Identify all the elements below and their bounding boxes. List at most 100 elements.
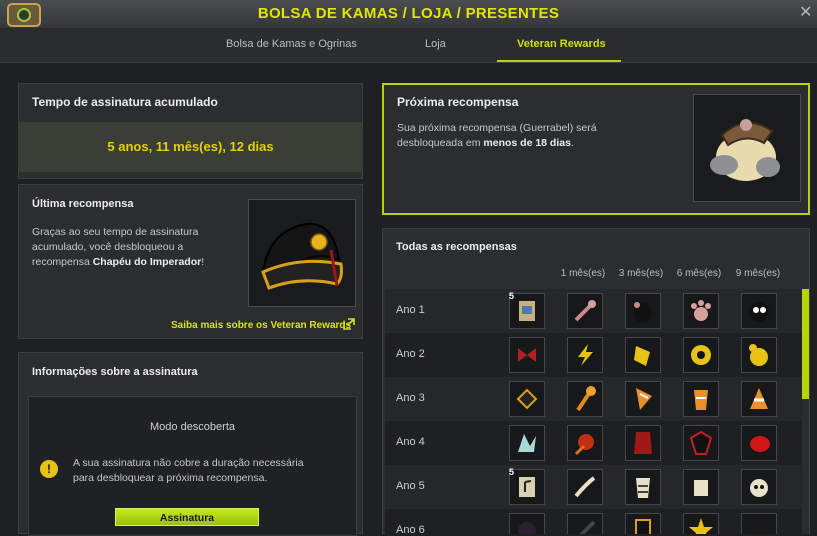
warning-line1: A sua assinatura não cobre a duração nec… (73, 457, 304, 469)
traffic-cone-icon (750, 388, 768, 409)
column-header-6-months: 6 mês(es) (676, 268, 722, 279)
bone-cape-icon (636, 478, 650, 498)
row-label: Ano 1 (396, 304, 425, 316)
cape-icon (634, 346, 650, 366)
row-label: Ano 6 (396, 524, 425, 534)
emperor-hat-icon (261, 222, 343, 290)
bone-shield-icon (694, 480, 708, 496)
next-reward-time: menos de 18 dias (483, 137, 571, 149)
next-reward-text-line2: desbloqueada em menos de 18 dias. (397, 136, 657, 151)
reward-cell-6-months[interactable] (683, 337, 719, 373)
reward-cell-bonus[interactable] (509, 337, 545, 373)
reward-cell-6-months[interactable] (683, 425, 719, 461)
skull-pet-icon (750, 479, 768, 497)
next-reward-suffix: . (570, 137, 574, 149)
row-label: Ano 3 (396, 392, 425, 404)
reward-cell-bonus[interactable] (509, 513, 545, 534)
reward-row-year-1: Ano 1 5 (385, 289, 802, 333)
window-titlebar: BOLSA DE KAMAS / LOJA / PRESENTES ✕ (0, 0, 817, 29)
last-reward-text-line2: acumulado, você desbloqueou a (32, 241, 184, 253)
all-rewards-title: Todas as recompensas (396, 241, 517, 253)
dark-weapon-icon (579, 520, 596, 534)
close-icon[interactable]: ✕ (799, 5, 813, 21)
reward-cell-9-months[interactable] (741, 381, 777, 417)
tab-veteran-rewards[interactable]: Veteran Rewards (517, 38, 606, 50)
external-link-icon[interactable] (343, 318, 355, 330)
last-reward-item-name: Chapéu do Imperador (92, 256, 202, 268)
pet-icon (749, 344, 768, 366)
next-reward-text-line1: Sua próxima recompensa (Guerrabel) será (397, 122, 597, 134)
reward-cell-3-months[interactable] (625, 337, 661, 373)
tab-kamas-ogrinas[interactable]: Bolsa de Kamas e Ogrinas (226, 38, 357, 50)
weapon-icon (574, 300, 596, 322)
cape-icon (634, 302, 652, 323)
tab-shop[interactable]: Loja (425, 38, 446, 50)
gold-cape-icon (635, 519, 651, 534)
reward-row-year-6: Ano 6 (385, 509, 802, 534)
reward-cell-3-months[interactable] (625, 513, 661, 534)
bone-weapon-icon (574, 476, 596, 498)
ice-icon (518, 434, 536, 452)
reward-cell-bonus[interactable] (509, 381, 545, 417)
row-label: Ano 2 (396, 348, 425, 360)
subscription-time-value: 5 anos, 11 mês(es), 12 dias (107, 139, 274, 154)
reward-cell-6-months[interactable] (683, 469, 719, 505)
fire-weapon-icon (574, 434, 594, 456)
last-reward-suffix: ! (201, 256, 205, 268)
subscription-time-title: Tempo de assinatura acumulado (32, 95, 218, 109)
reward-badge: 5 (509, 467, 515, 477)
subscription-warning-text: A sua assinatura não cobre a duração nec… (73, 456, 304, 486)
rewards-scrollbar-thumb[interactable] (802, 289, 809, 399)
last-reward-text-line1: Graças ao seu tempo de assinatura (32, 226, 199, 238)
subscription-info-title: Informações sobre a assinatura (32, 366, 198, 378)
reward-cell-1-month[interactable] (567, 469, 603, 505)
column-header-3-months: 3 mês(es) (618, 268, 664, 279)
subscription-time-value-box: 5 anos, 11 mês(es), 12 dias (18, 122, 363, 172)
dark-pet-icon (750, 523, 768, 534)
next-reward-image (693, 94, 801, 202)
reward-cell-bonus[interactable] (509, 425, 545, 461)
reward-cell-9-months[interactable] (741, 293, 777, 329)
red-shield-icon (689, 430, 713, 455)
reward-cell-6-months[interactable] (683, 293, 719, 329)
lightning-icon (578, 344, 593, 366)
bow-icon (518, 348, 536, 362)
reward-cell-9-months[interactable] (741, 469, 777, 505)
last-reward-title: Última recompensa (32, 198, 134, 210)
shield-icon (691, 345, 711, 365)
reward-cell-1-month[interactable] (567, 381, 603, 417)
next-reward-panel: Próxima recompensa Sua próxima recompens… (382, 83, 810, 215)
discovery-mode-label: Modo descoberta (150, 421, 235, 433)
last-reward-text-line3: recompensa Chapéu do Imperador! (32, 255, 242, 270)
reward-cell-9-months[interactable] (741, 513, 777, 534)
reward-badge: 5 (509, 291, 515, 301)
cone-shield-icon (694, 390, 708, 410)
reward-cell-bonus[interactable]: 5 (509, 291, 545, 329)
reward-cell-9-months[interactable] (741, 425, 777, 461)
veteran-rewards-link[interactable]: Saiba mais sobre os Veteran Rewards (171, 320, 351, 331)
reward-cell-1-month[interactable] (567, 513, 603, 534)
reward-cell-9-months[interactable] (741, 337, 777, 373)
last-reward-panel: Última recompensa Graças ao seu tempo de… (18, 184, 363, 339)
reward-cell-1-month[interactable] (567, 293, 603, 329)
warning-icon: ! (40, 460, 58, 478)
subscription-button[interactable]: Assinatura (115, 508, 259, 526)
next-reward-prefix: desbloqueada em (397, 137, 484, 149)
pet-icon (749, 302, 769, 322)
active-tab-indicator (497, 60, 621, 62)
reward-row-year-2: Ano 2 (385, 333, 802, 377)
reward-cell-3-months[interactable] (625, 469, 661, 505)
music-scroll-icon (519, 477, 535, 497)
reward-cell-6-months[interactable] (683, 513, 719, 534)
reward-cell-3-months[interactable] (625, 381, 661, 417)
paw-icon (691, 300, 711, 321)
reward-row-year-3: Ano 3 (385, 377, 802, 421)
reward-cell-1-month[interactable] (567, 337, 603, 373)
reward-cell-6-months[interactable] (683, 381, 719, 417)
reward-cell-3-months[interactable] (625, 425, 661, 461)
guerrabel-icon (710, 119, 780, 181)
reward-cell-3-months[interactable] (625, 293, 661, 329)
reward-cell-1-month[interactable] (567, 425, 603, 461)
reward-cell-bonus[interactable]: 5 (509, 467, 545, 505)
reward-row-year-4: Ano 4 (385, 421, 802, 465)
